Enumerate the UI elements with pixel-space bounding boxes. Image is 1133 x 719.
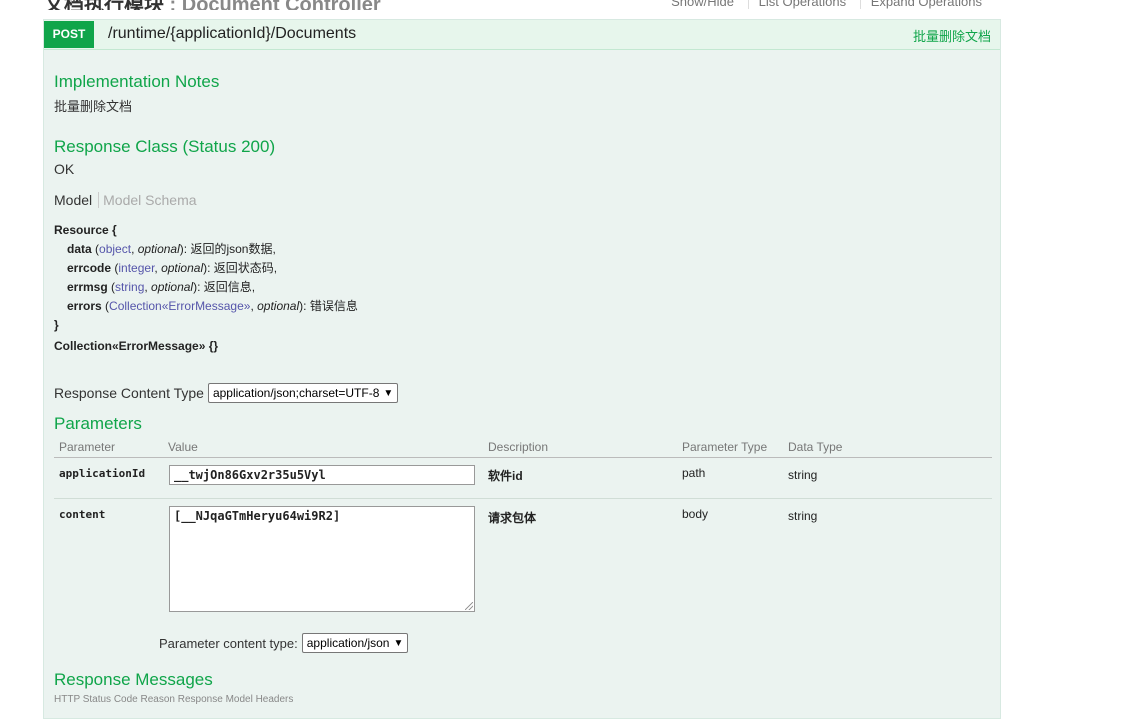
resize-handle-icon[interactable] xyxy=(465,602,473,610)
resource-title[interactable]: 文档执行模块 : Document Controller xyxy=(44,0,381,10)
chevron-down-icon: ▼ xyxy=(383,387,394,399)
row-divider xyxy=(54,498,992,499)
chevron-down-icon: ▼ xyxy=(393,637,404,649)
response-messages-heading: Response Messages xyxy=(54,670,213,689)
parameter-content-type: Parameter content type: application/json… xyxy=(159,633,409,653)
param-name: applicationId xyxy=(59,467,146,480)
parameter-content-type-select[interactable]: application/json ▼ xyxy=(301,633,409,653)
http-method-badge[interactable]: POST xyxy=(44,21,94,48)
response-content-type-label: Response Content Type xyxy=(54,385,204,401)
col-data-type: Data Type xyxy=(788,440,843,454)
param-name: content xyxy=(59,508,106,521)
schema-resource-open: Resource { xyxy=(54,223,117,237)
response-class-heading: Response Class (Status 200) xyxy=(54,137,276,156)
schema-field: errors (Collection«ErrorMessage», option… xyxy=(67,299,358,313)
resource-header: 文档执行模块 : Document Controller Show/Hide L… xyxy=(0,0,1133,10)
response-class-text: OK xyxy=(54,161,75,177)
impl-notes-heading: Implementation Notes xyxy=(54,72,220,91)
response-content-type: Response Content Type application/json;c… xyxy=(54,383,399,403)
operation-block: POST /runtime/{applicationId}/Documents … xyxy=(43,19,1001,719)
application-id-input[interactable]: __twjOn86Gxv2r35u5Vyl xyxy=(169,465,475,485)
col-parameter-type: Parameter Type xyxy=(682,440,768,454)
response-messages-columns: HTTP Status Code Reason Response Model H… xyxy=(54,694,294,705)
param-description: 请求包体 xyxy=(488,511,537,525)
operation-path[interactable]: /runtime/{applicationId}/Documents xyxy=(108,25,356,43)
schema-field: errmsg (string, optional): 返回信息, xyxy=(67,280,256,294)
model-tabs: Model Model Schema xyxy=(54,192,197,208)
schema-resource-close: } xyxy=(54,318,59,332)
parameters-heading: Parameters xyxy=(54,414,142,433)
param-type: path xyxy=(682,466,706,480)
list-operations-link[interactable]: List Operations xyxy=(747,0,857,9)
operation-heading[interactable]: POST /runtime/{applicationId}/Documents … xyxy=(44,20,1000,50)
param-type: body xyxy=(682,507,709,521)
col-value: Value xyxy=(168,440,198,454)
tab-model-schema[interactable]: Model Schema xyxy=(99,192,196,208)
tab-model[interactable]: Model xyxy=(54,192,100,208)
impl-notes-text: 批量删除文档 xyxy=(54,99,133,114)
resource-links: Show/Hide List Operations Expand Operati… xyxy=(661,0,992,9)
schema-collection: Collection«ErrorMessage» {} xyxy=(54,339,219,353)
param-data-type: string xyxy=(788,509,818,523)
schema-field: data (object, optional): 返回的json数据, xyxy=(67,242,276,256)
col-description: Description xyxy=(488,440,549,454)
response-content-type-select[interactable]: application/json;charset=UTF-8 ▼ xyxy=(207,383,399,403)
expand-operations-link[interactable]: Expand Operations xyxy=(859,0,992,9)
param-data-type: string xyxy=(788,468,818,482)
parameter-content-type-label: Parameter content type: xyxy=(159,635,298,651)
header-divider xyxy=(54,457,992,458)
show-hide-link[interactable]: Show/Hide xyxy=(661,0,744,9)
col-parameter: Parameter xyxy=(59,440,116,454)
operation-summary[interactable]: 批量删除文档 xyxy=(913,26,991,45)
param-description: 软件id xyxy=(488,469,523,483)
model-schema-view: Resource { data (object, optional): 返回的j… xyxy=(54,221,358,356)
content-textarea[interactable]: [__NJqaGTmHeryu64wi9R2] xyxy=(169,506,475,612)
schema-field: errcode (integer, optional): 返回状态码, xyxy=(67,261,278,275)
